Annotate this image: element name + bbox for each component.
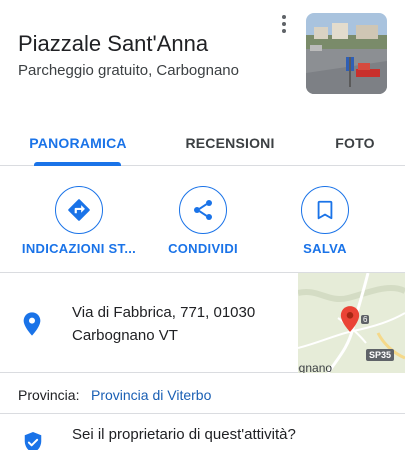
verified-shield-icon [24,432,42,450]
address-line-2: Carbognano VT [72,327,178,344]
map-thumbnail[interactable]: 6 SP35 ognano [298,273,405,373]
more-options-icon[interactable] [274,12,294,36]
map-road-number-label: 6 [361,315,370,324]
province-link[interactable]: Provincia di Viterbo [91,387,211,403]
province-row: Provincia: Provincia di Viterbo [0,374,405,414]
directions-icon [68,199,90,221]
tab-recensioni[interactable]: RECENSIONI [170,120,290,166]
share-icon [194,200,212,220]
save-button[interactable]: SALVA [260,186,390,266]
place-photo-thumbnail[interactable] [306,13,387,94]
tab-foto[interactable]: FOTO [320,120,390,166]
address-row[interactable]: Via di Fabbrica, 771, 01030 Carbognano V… [0,273,405,373]
share-label: CONDIVIDI [168,241,238,256]
address-line-1: Via di Fabbrica, 771, 01030 [72,304,256,321]
action-buttons: INDICAZIONI ST... CONDIVIDI SALVA [0,166,405,273]
claim-business-row[interactable]: Sei il proprietario di quest'attività? [0,415,405,450]
province-label: Provincia: [18,387,80,403]
claim-business-text: Sei il proprietario di quest'attività? [72,426,296,443]
share-circle [179,186,227,234]
place-subtitle: Parcheggio gratuito, Carbognano [18,62,239,79]
tab-panoramica[interactable]: PANORAMICA [18,120,138,166]
share-button[interactable]: CONDIVIDI [138,186,268,266]
bookmark-icon [317,200,333,220]
save-label: SALVA [303,241,347,256]
map-town-label: ognano [298,361,333,373]
tab-bar: PANORAMICA RECENSIONI FOTO [0,120,405,166]
directions-circle [55,186,103,234]
address-text: Via di Fabbrica, 771, 01030 Carbognano V… [72,301,282,347]
map-road-label: SP35 [366,349,395,361]
directions-button[interactable]: INDICAZIONI ST... [14,186,144,266]
place-title: Piazzale Sant'Anna [18,31,209,56]
save-circle [301,186,349,234]
place-header: Piazzale Sant'Anna Parcheggio gratuito, … [0,0,405,112]
parking-photo [306,13,387,94]
location-pin-icon [23,312,41,336]
directions-label: INDICAZIONI ST... [21,241,137,256]
map-pin-icon [340,306,360,332]
